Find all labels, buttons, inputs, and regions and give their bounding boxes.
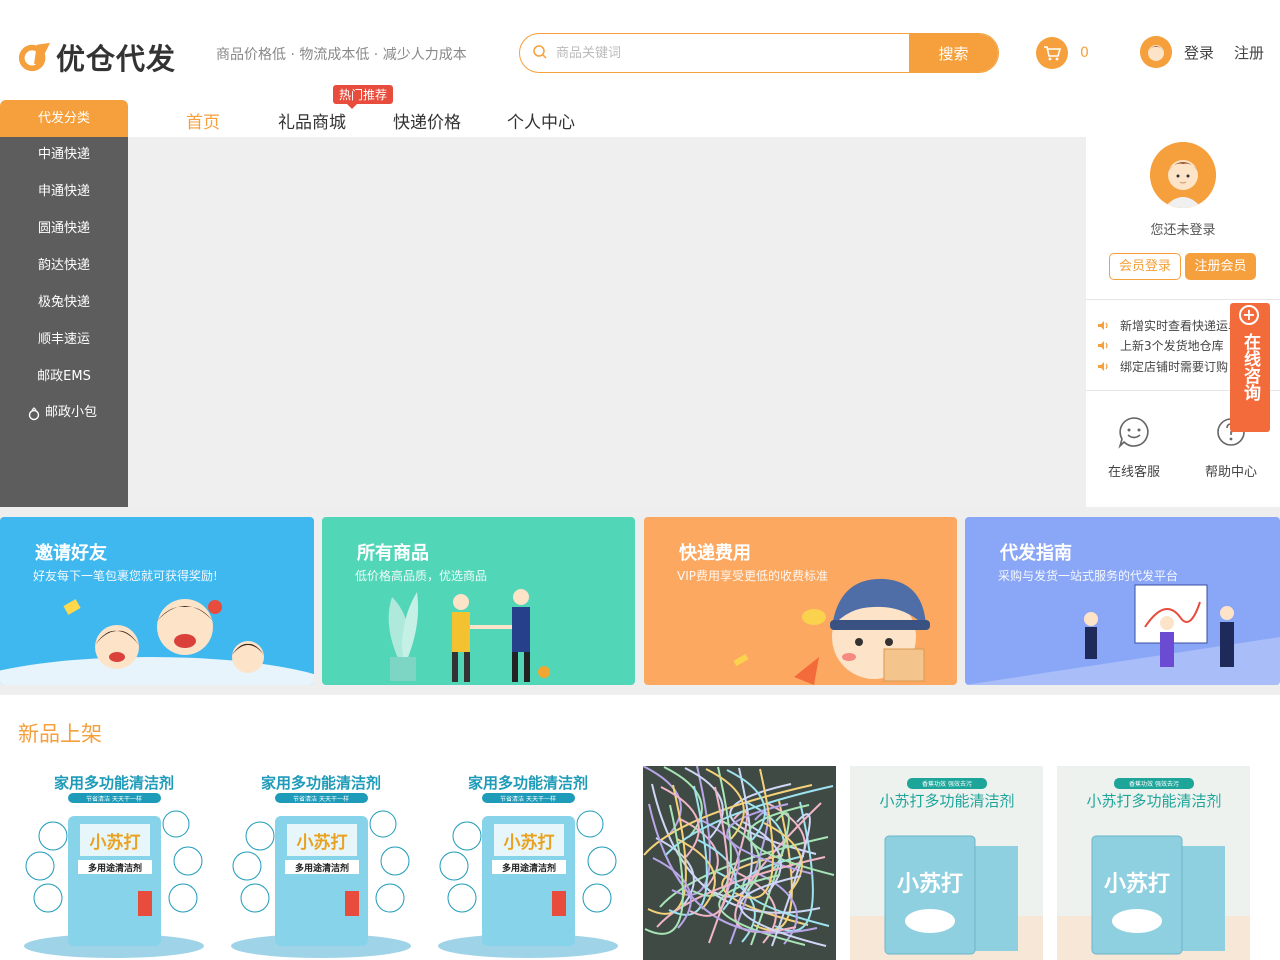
card-invite-friends[interactable]: 邀请好友 好友每下一笔包裹您就可获得奖励!: [0, 517, 314, 685]
product-image: 家用多功能清洁剂 节省清洁 天天干一样 小苏打 多用途清洁剂: [432, 766, 625, 960]
avatar[interactable]: [1140, 36, 1172, 68]
speaker-icon: [1098, 320, 1108, 330]
product-image: [643, 766, 836, 960]
logo[interactable]: 优仓代发: [18, 36, 176, 78]
sidebar-item-sf[interactable]: 顺丰速运: [0, 330, 128, 350]
news-text: 绑定店铺时需要订购: [1120, 359, 1229, 374]
header: 优仓代发 商品价格低 · 物流成本低 · 减少人力成本 搜索 0 登录 注册: [0, 0, 1280, 100]
nav-personal-center[interactable]: 个人中心: [507, 108, 575, 133]
sidebar-item-yunda[interactable]: 韵达快递: [0, 256, 128, 276]
member-login-button[interactable]: 会员登录: [1109, 253, 1181, 280]
product-tagline: 香蕉功效 强效去污: [922, 780, 972, 788]
sidebar-item-sto[interactable]: 申通快递: [0, 182, 128, 202]
online-consult-button[interactable]: + 在线咨询: [1230, 303, 1270, 432]
search-button[interactable]: 搜索: [909, 34, 998, 72]
news-text: 上新3个发货地仓库: [1120, 339, 1224, 354]
product-tagline: 节省清洁 天天干一样: [500, 795, 556, 803]
product-card[interactable]: 香蕉功效 强效去污 小苏打多功能清洁剂 小苏打: [1057, 766, 1250, 960]
banner-carousel[interactable]: [128, 137, 1086, 507]
section-title-new-products: 新品上架: [18, 722, 102, 746]
register-member-button[interactable]: 注册会员: [1185, 253, 1256, 280]
search-input[interactable]: [556, 34, 906, 72]
logo-icon: [18, 42, 51, 72]
product-tagline: 香蕉功效 强效去污: [1129, 780, 1179, 788]
consult-label: 在线咨询: [1240, 333, 1260, 401]
sidebar-item-yto[interactable]: 圆通快递: [0, 219, 128, 239]
product-card[interactable]: 家用多功能清洁剂 节省清洁 天天干一样 小苏打 多用途清洁剂: [432, 766, 625, 960]
speaker-icon: [1098, 341, 1108, 351]
product-card[interactable]: [643, 766, 836, 960]
online-service-label: 在线客服: [1107, 465, 1160, 480]
avatar: [1150, 142, 1216, 208]
product-brand: 小苏打: [897, 871, 963, 897]
product-image: 香蕉功效 强效去污 小苏打多功能清洁剂 小苏打: [1057, 766, 1250, 960]
product-brand: 小苏打: [90, 832, 141, 853]
news-text: 新增实时查看快递运单: [1120, 318, 1241, 333]
product-name: 多用途清洁剂: [295, 862, 349, 874]
sidebar-item-jitu[interactable]: 极兔快递: [0, 293, 128, 313]
sidebar-item-post-small[interactable]: 邮政小包: [0, 403, 128, 423]
sidebar-item-ems[interactable]: 邮政EMS: [0, 367, 128, 387]
product-card[interactable]: 家用多功能清洁剂 节省清洁 天天干一样 小苏打 多用途清洁剂: [225, 766, 418, 960]
product-brand: 小苏打: [297, 832, 348, 853]
guide-illustration: [965, 584, 1280, 685]
handshake-illustration: [388, 589, 550, 682]
product-name: 多用途清洁剂: [502, 862, 556, 874]
product-tagline: 节省清洁 天天干一样: [293, 795, 349, 803]
product-headline: 家用多功能清洁剂: [261, 774, 381, 792]
cart-count: 0: [1080, 45, 1089, 61]
card-dropship-guide[interactable]: 代发指南 采购与发货一站式服务的代发平台: [965, 517, 1280, 685]
category-sidebar: 中通快递 申通快递 圆通快递 韵达快递 极兔快递 顺丰速运 邮政EMS 邮政小包: [0, 137, 128, 507]
main-nav: 首页 礼品商城 快递价格 个人中心: [128, 100, 1086, 137]
product-name: 多用途清洁剂: [88, 862, 142, 874]
loading-icon: [28, 407, 40, 421]
nav-express-price[interactable]: 快递价格: [393, 108, 461, 133]
user-top: 登录 注册: [1140, 36, 1264, 68]
online-service[interactable]: 在线客服: [1094, 415, 1174, 480]
help-center-label: 帮助中心: [1204, 465, 1257, 480]
product-brand: 小苏打: [504, 832, 555, 853]
product-card[interactable]: 家用多功能清洁剂 节省清洁 天天干一样 小苏打 多用途清洁剂: [18, 766, 211, 960]
login-link[interactable]: 登录: [1184, 42, 1214, 63]
cart[interactable]: 0: [1036, 37, 1089, 69]
category-header[interactable]: 代发分类: [0, 100, 128, 137]
plus-icon: +: [1239, 305, 1259, 325]
register-link[interactable]: 注册: [1234, 42, 1264, 63]
product-tagline: 节省清洁 天天干一样: [86, 795, 142, 803]
courier-illustration: [733, 578, 930, 685]
sidebar-item-zto[interactable]: 中通快递: [0, 145, 128, 165]
product-headline: 家用多功能清洁剂: [468, 774, 588, 792]
nav-gift-mall[interactable]: 礼品商城: [278, 108, 346, 133]
sidebar-item-label: 邮政小包: [44, 405, 97, 420]
product-grid: 家用多功能清洁剂 节省清洁 天天干一样 小苏打 多用途清洁剂 家用多功能清洁剂 …: [0, 766, 1280, 960]
login-status: 您还未登录: [1150, 223, 1216, 238]
card-express-fee[interactable]: 快递费用 VIP费用享受更低的收费标准: [644, 517, 957, 685]
product-image: 家用多功能清洁剂 节省清洁 天天干一样 小苏打 多用途清洁剂: [225, 766, 418, 960]
card-all-products[interactable]: 所有商品 低价格高品质，优选商品: [322, 517, 635, 685]
slogan: 商品价格低 · 物流成本低 · 减少人力成本: [216, 47, 467, 63]
product-headline: 家用多功能清洁剂: [54, 774, 174, 792]
kids-illustration: [0, 599, 314, 685]
product-image: 香蕉功效 强效去污 小苏打多功能清洁剂 小苏打: [850, 766, 1043, 960]
chat-smile-icon: [1118, 417, 1149, 449]
cart-icon[interactable]: [1036, 37, 1068, 69]
search-icon: [533, 45, 547, 59]
feature-cards: 邀请好友 好友每下一笔包裹您就可获得奖励! 所有商品 低价格高品质，优选商品 快…: [0, 507, 1280, 695]
product-headline: 小苏打多功能清洁剂: [879, 792, 1014, 810]
divider: [1086, 299, 1280, 300]
logo-text: 优仓代发: [56, 42, 177, 76]
nav-home[interactable]: 首页: [186, 108, 220, 133]
product-brand: 小苏打: [1104, 871, 1170, 897]
search-bar: 搜索: [519, 33, 999, 73]
product-image: 家用多功能清洁剂 节省清洁 天天干一样 小苏打 多用途清洁剂: [18, 766, 211, 960]
product-headline: 小苏打多功能清洁剂: [1086, 792, 1221, 810]
hot-badge: 热门推荐: [333, 85, 394, 109]
product-card[interactable]: 香蕉功效 强效去污 小苏打多功能清洁剂 小苏打: [850, 766, 1043, 960]
speaker-icon: [1098, 361, 1108, 371]
